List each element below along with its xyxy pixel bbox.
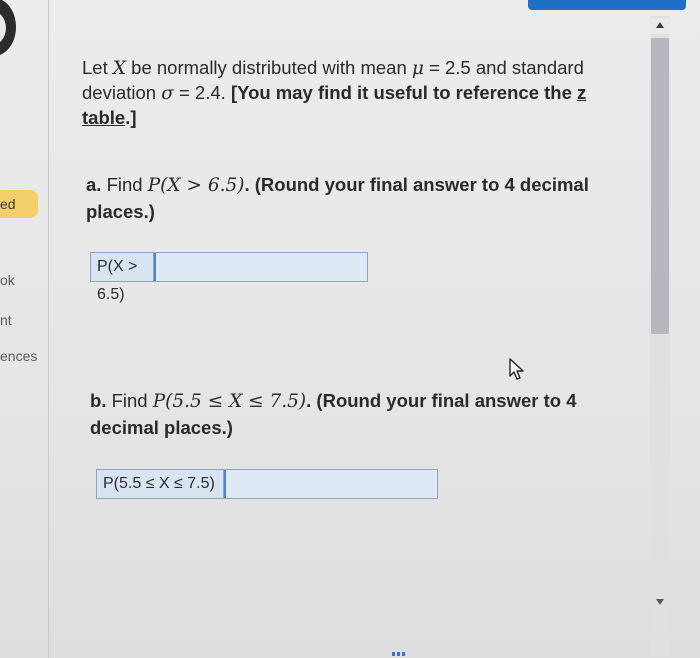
part-b-answer-input[interactable] (224, 470, 437, 498)
sidebar-item-references[interactable]: ences (0, 348, 37, 364)
mouse-pointer-icon (509, 358, 524, 380)
page: ed ok nt ences Let X be normally distrib… (0, 0, 700, 658)
part-b-prompt: b. Find P(5.5 ≤ X ≤ 7.5). (Round your fi… (90, 390, 577, 438)
sidebar-item-print[interactable]: nt (0, 312, 12, 328)
part-a-prompt: a. Find P(X > 6.5). (Round your final an… (86, 174, 589, 222)
chevron-up-icon[interactable] (650, 18, 670, 34)
part-b-expression: P(5.5 ≤ X ≤ 7.5) (152, 391, 307, 412)
question-text: Let X be normally distributed with mean … (82, 57, 587, 128)
chevron-down-icon[interactable] (650, 594, 670, 610)
part-a-answer-input[interactable] (154, 253, 367, 281)
part-a-answer-row: P(X > 6.5) (90, 252, 368, 303)
mu-symbol: μ (411, 58, 424, 79)
top-nav-button[interactable] (528, 0, 686, 10)
sidebar-divider (48, 0, 49, 658)
variable-x: X (112, 58, 127, 79)
sidebar-badge[interactable]: ed (0, 190, 38, 218)
scrollbar-thumb[interactable] (651, 38, 669, 334)
sidebar-item-ebook[interactable]: ok (0, 272, 15, 288)
taskbar-indicator (392, 652, 406, 656)
part-b-answer-row: P(5.5 ≤ X ≤ 7.5) (96, 469, 438, 499)
part-b-answer-label: P(5.5 ≤ X ≤ 7.5) (97, 470, 224, 498)
part-a-expression: P(X > 6.5) (147, 175, 245, 196)
part-a-answer-label: P(X > 6.5) (91, 253, 154, 303)
sigma-symbol: σ (161, 83, 174, 104)
